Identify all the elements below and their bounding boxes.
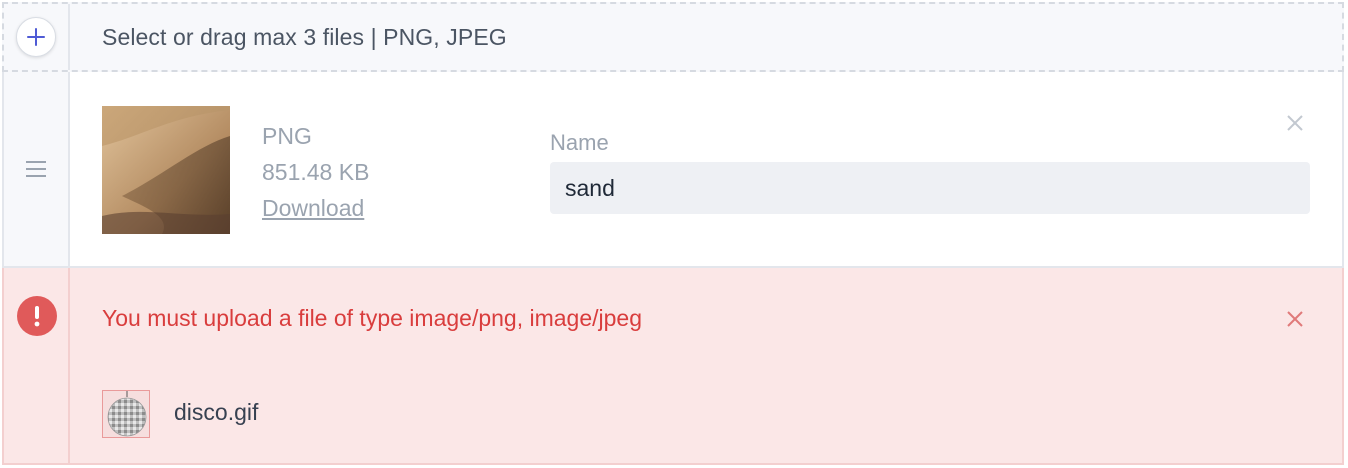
file-item: PNG 851.48 KB Download Name [2,72,1344,268]
file-meta: PNG 851.48 KB Download [262,118,369,226]
remove-file-button[interactable] [1284,112,1306,134]
error-message: You must upload a file of type image/png… [102,305,643,331]
file-thumbnail [102,106,230,234]
error-item: You must upload a file of type image/png… [2,268,1344,465]
name-field[interactable] [550,162,1310,214]
error-gutter [4,268,70,463]
menu-icon [26,161,46,177]
file-type: PNG [262,123,312,149]
download-link[interactable]: Download [262,190,369,226]
dropzone-gutter [4,4,70,70]
add-file-button[interactable] [16,17,56,57]
exclamation-icon [17,296,57,336]
drag-handle[interactable] [4,72,70,266]
file-uploader: Select or drag max 3 files | PNG, JPEG P… [2,2,1344,465]
rejected-file-thumbnail [102,390,150,438]
close-icon [1287,115,1303,131]
file-size: 851.48 KB [262,159,370,185]
dismiss-error-button[interactable] [1284,308,1306,330]
plus-icon [27,28,45,46]
dropzone-label: Select or drag max 3 files | PNG, JPEG [102,23,507,50]
rejected-file-name: disco.gif [174,399,259,425]
name-label: Name [550,130,609,155]
close-icon [1287,311,1303,327]
dropzone[interactable]: Select or drag max 3 files | PNG, JPEG [2,2,1344,72]
